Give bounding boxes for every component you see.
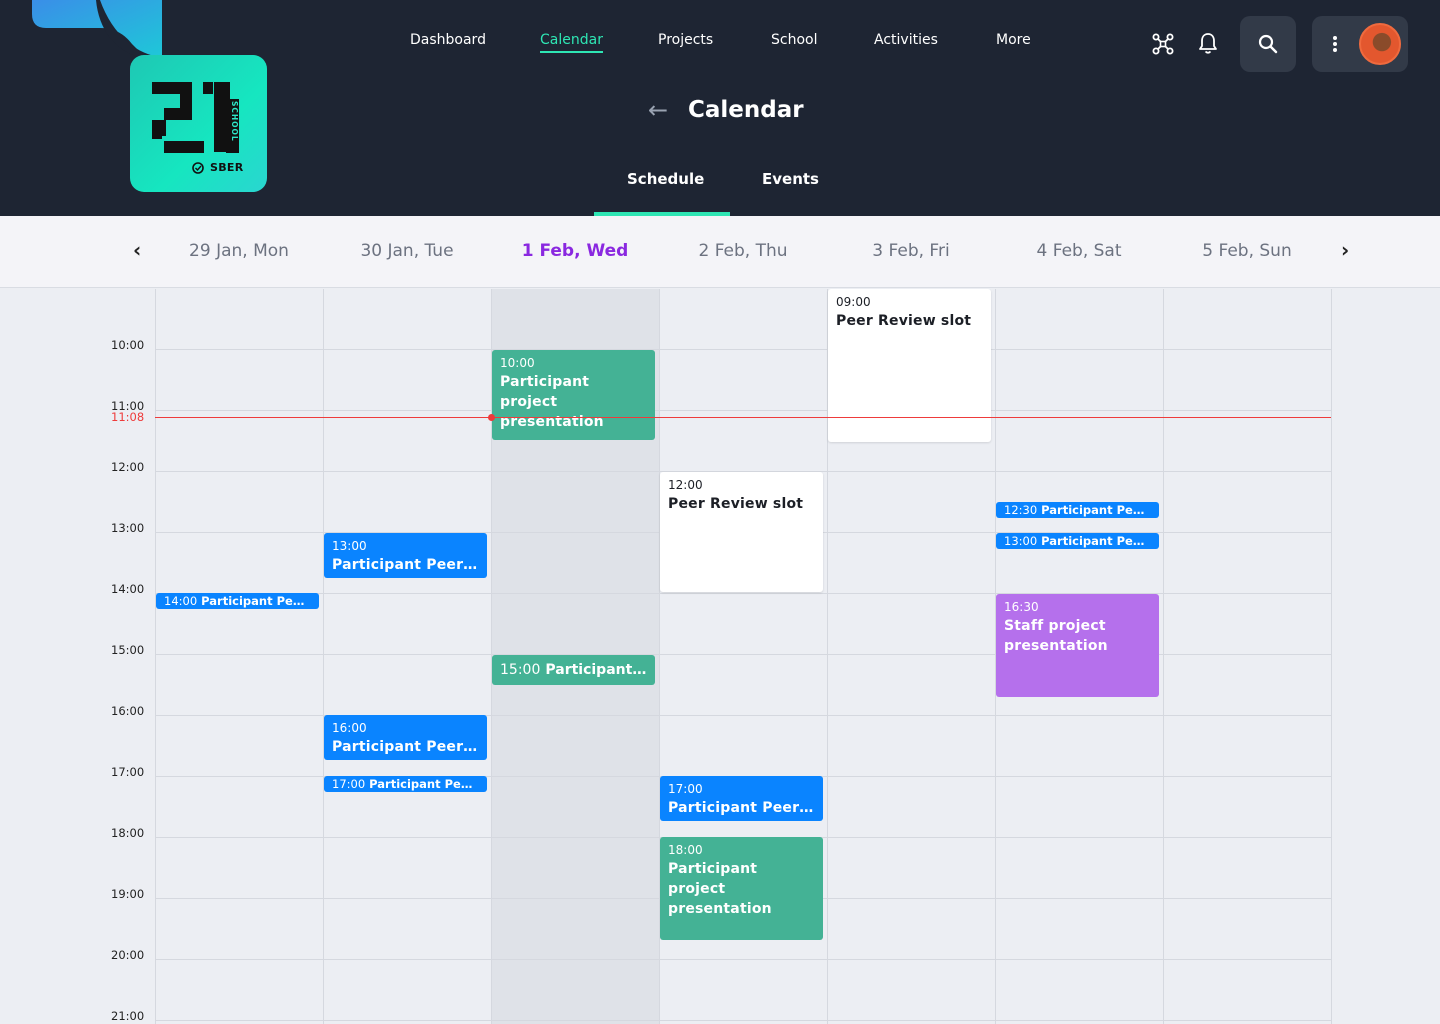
nav-dashboard[interactable]: Dashboard bbox=[410, 32, 486, 48]
event-peer-review-slot[interactable]: 09:00 Peer Review slot bbox=[828, 289, 991, 442]
event-project-presentation[interactable]: 18:00 Participant project presentation bbox=[660, 837, 823, 940]
day-header-sat[interactable]: 4 Feb, Sat bbox=[1037, 241, 1122, 261]
event-time: 14:00 bbox=[164, 594, 198, 608]
event-time: 16:00 bbox=[332, 721, 367, 735]
tab-events[interactable]: Events bbox=[762, 170, 819, 188]
event-time: 12:30 bbox=[1004, 503, 1038, 517]
hour-label: 12:00 bbox=[111, 460, 145, 474]
event-project-presentation[interactable]: 10:00 Participant project presentation bbox=[492, 350, 655, 440]
event-title: Participant Peer… bbox=[369, 777, 479, 791]
hour-label: 21:00 bbox=[111, 1009, 145, 1023]
current-time-label: 11:08 bbox=[111, 410, 145, 424]
event-title: Participant Peer… bbox=[332, 557, 478, 573]
day-header-thu[interactable]: 2 Feb, Thu bbox=[698, 241, 787, 261]
hour-label: 15:00 bbox=[111, 643, 145, 657]
day-header-tue[interactable]: 30 Jan, Tue bbox=[360, 241, 453, 261]
hour-line bbox=[155, 1020, 1331, 1021]
event-time: 15:00 bbox=[500, 662, 541, 678]
page-title: Calendar bbox=[688, 97, 804, 123]
avatar[interactable] bbox=[1359, 23, 1401, 65]
event-time: 18:00 bbox=[668, 843, 703, 857]
event-title: Participant Peer… bbox=[1041, 534, 1151, 548]
prev-week-chevron-icon[interactable]: ‹ bbox=[133, 238, 141, 262]
event-participant-peer-review[interactable]: 17:00 Participant Peer… bbox=[324, 776, 487, 792]
hour-label: 13:00 bbox=[111, 521, 145, 535]
day-header-mon[interactable]: 29 Jan, Mon bbox=[189, 241, 289, 261]
sber-label: SBER bbox=[210, 161, 244, 174]
event-title: Participant Peer… bbox=[332, 739, 478, 755]
network-icon[interactable] bbox=[1152, 33, 1174, 55]
hour-line bbox=[155, 410, 1331, 411]
nav-activities[interactable]: Activities bbox=[874, 32, 938, 48]
event-participant-peer-review[interactable]: 14:00 Participant Peer… bbox=[156, 593, 319, 609]
event-title: Participant project presentation bbox=[668, 861, 772, 917]
hour-label: 10:00 bbox=[111, 338, 145, 352]
event-title: Participant project presentation bbox=[500, 374, 604, 430]
column-divider bbox=[155, 289, 156, 1024]
current-time-line bbox=[155, 417, 1331, 418]
hour-line bbox=[155, 349, 1331, 350]
day-header-sun[interactable]: 5 Feb, Sun bbox=[1202, 241, 1291, 261]
nav-calendar[interactable]: Calendar bbox=[540, 32, 603, 53]
more-vertical-icon bbox=[1333, 36, 1337, 52]
event-time: 12:00 bbox=[668, 478, 703, 492]
event-participant-peer-review[interactable]: 12:30 Participant Peer… bbox=[996, 502, 1159, 518]
event-participant-peer-review[interactable]: 13:00 Participant Peer… bbox=[996, 533, 1159, 549]
back-arrow-icon[interactable]: ← bbox=[648, 96, 668, 124]
top-header: SCHOOL SBER Dashboard Calendar Projects … bbox=[0, 0, 1440, 216]
event-title: Staff project presentation bbox=[1004, 618, 1108, 654]
event-title: Participant Peer … bbox=[668, 800, 815, 816]
event-title: Peer Review slot bbox=[836, 313, 972, 329]
event-participant[interactable]: 15:00 Participant… bbox=[492, 655, 655, 685]
hour-label: 16:00 bbox=[111, 704, 145, 718]
calendar-grid[interactable]: 10:00 11:00 12:00 13:00 14:00 15:00 16:0… bbox=[0, 289, 1440, 1024]
page-title-row: ← Calendar bbox=[0, 96, 1440, 126]
tab-schedule[interactable]: Schedule bbox=[627, 170, 704, 188]
search-button[interactable] bbox=[1240, 16, 1296, 72]
hour-label: 14:00 bbox=[111, 582, 145, 596]
event-time: 09:00 bbox=[836, 295, 871, 309]
nav-projects[interactable]: Projects bbox=[658, 32, 713, 48]
event-peer-review-slot[interactable]: 12:00 Peer Review slot bbox=[660, 472, 823, 592]
column-divider bbox=[1331, 289, 1332, 1024]
nav-more[interactable]: More bbox=[996, 32, 1031, 48]
event-title: Participant… bbox=[545, 662, 647, 678]
hour-label: 19:00 bbox=[111, 887, 145, 901]
event-time: 16:30 bbox=[1004, 600, 1039, 614]
day-header-wed[interactable]: 1 Feb, Wed bbox=[522, 241, 629, 261]
event-staff-project-presentation[interactable]: 16:30 Staff project presentation bbox=[996, 594, 1159, 697]
event-time: 10:00 bbox=[500, 356, 535, 370]
event-participant-peer-review[interactable]: 17:00 Participant Peer … bbox=[660, 776, 823, 821]
nav-school[interactable]: School bbox=[771, 32, 817, 48]
event-time: 17:00 bbox=[668, 782, 703, 796]
hour-label: 17:00 bbox=[111, 765, 145, 779]
event-participant-peer-review[interactable]: 16:00 Participant Peer… bbox=[324, 715, 487, 760]
event-time: 17:00 bbox=[332, 777, 366, 791]
hour-label: 18:00 bbox=[111, 826, 145, 840]
next-week-chevron-icon[interactable]: › bbox=[1341, 238, 1349, 262]
event-title: Peer Review slot bbox=[668, 496, 804, 512]
event-title: Participant Peer… bbox=[201, 594, 311, 608]
column-divider bbox=[1163, 289, 1164, 1024]
event-time: 13:00 bbox=[332, 539, 367, 553]
event-title: Participant Peer… bbox=[1041, 503, 1151, 517]
column-divider bbox=[323, 289, 324, 1024]
search-icon bbox=[1258, 34, 1278, 54]
bell-icon[interactable] bbox=[1198, 32, 1218, 54]
event-participant-peer-review[interactable]: 13:00 Participant Peer… bbox=[324, 533, 487, 578]
current-time-dot bbox=[488, 414, 495, 421]
hour-label: 20:00 bbox=[111, 948, 145, 962]
hour-line bbox=[155, 959, 1331, 960]
event-time: 13:00 bbox=[1004, 534, 1038, 548]
day-header-fri[interactable]: 3 Feb, Fri bbox=[872, 241, 949, 261]
day-strip: ‹ 29 Jan, Mon 30 Jan, Tue 1 Feb, Wed 2 F… bbox=[0, 216, 1440, 288]
